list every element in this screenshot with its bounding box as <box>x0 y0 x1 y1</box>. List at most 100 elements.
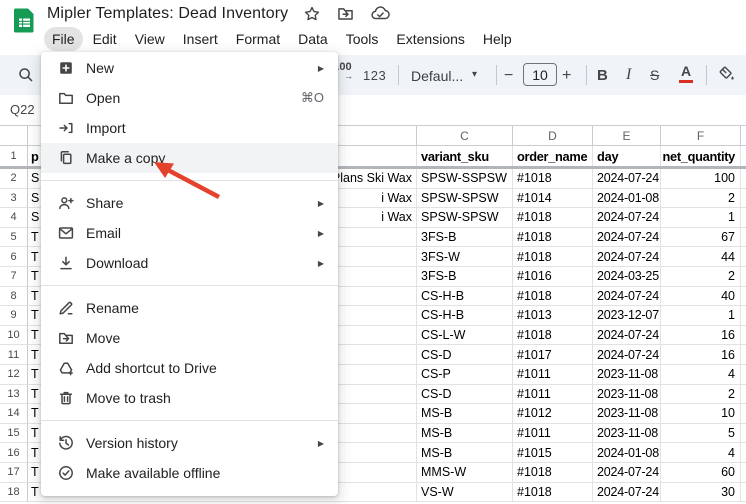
cell-g4[interactable] <box>741 208 746 228</box>
cell-d7[interactable]: #1016 <box>513 267 593 287</box>
row-header-15[interactable]: 15 <box>0 424 28 444</box>
cell-f16[interactable]: 4 <box>661 443 741 463</box>
cell-d1[interactable]: order_name <box>513 146 593 166</box>
cell-e16[interactable]: 2024-01-08 <box>593 443 661 463</box>
cell-g3[interactable] <box>741 189 746 209</box>
menubar-file[interactable]: File <box>44 27 83 51</box>
cell-e10[interactable]: 2024-07-24 <box>593 326 661 346</box>
row-header-3[interactable]: 3 <box>0 189 28 209</box>
cell-e14[interactable]: 2023-11-08 <box>593 404 661 424</box>
cell-c7[interactable]: 3FS-B <box>417 267 513 287</box>
cell-g9[interactable] <box>741 306 746 326</box>
cell-e5[interactable]: 2024-07-24 <box>593 228 661 248</box>
cell-d11[interactable]: #1017 <box>513 345 593 365</box>
cell-c2[interactable]: SPSW-SSPSW <box>417 169 513 189</box>
cell-c4[interactable]: SPSW-SPSW <box>417 208 513 228</box>
menu-item-add-shortcut-to-drive[interactable]: Add shortcut to Drive <box>41 353 338 383</box>
row-header-5[interactable]: 5 <box>0 228 28 248</box>
row-header-9[interactable]: 9 <box>0 306 28 326</box>
cell-d4[interactable]: #1018 <box>513 208 593 228</box>
cell-e3[interactable]: 2024-01-08 <box>593 189 661 209</box>
cell-d2[interactable]: #1018 <box>513 169 593 189</box>
row-header-7[interactable]: 7 <box>0 267 28 287</box>
row-header-2[interactable]: 2 <box>0 169 28 189</box>
cell-e4[interactable]: 2024-07-24 <box>593 208 661 228</box>
cell-g6[interactable] <box>741 247 746 267</box>
cell-f11[interactable]: 16 <box>661 345 741 365</box>
menu-item-move-to-trash[interactable]: Move to trash <box>41 383 338 413</box>
cell-e11[interactable]: 2024-07-24 <box>593 345 661 365</box>
cell-c6[interactable]: 3FS-W <box>417 247 513 267</box>
cell-d15[interactable]: #1011 <box>513 424 593 444</box>
cell-c15[interactable]: MS-B <box>417 424 513 444</box>
cell-f1[interactable]: net_quantity <box>661 146 741 166</box>
row-header-10[interactable]: 10 <box>0 326 28 346</box>
cell-d12[interactable]: #1011 <box>513 365 593 385</box>
number-format-button[interactable]: 123 <box>363 68 386 83</box>
menubar-data[interactable]: Data <box>290 27 336 51</box>
cell-d6[interactable]: #1018 <box>513 247 593 267</box>
font-family-select[interactable]: Defaul... <box>411 68 463 84</box>
italic-button[interactable]: I <box>626 66 631 84</box>
menu-item-open[interactable]: Open⌘O <box>41 83 338 113</box>
cell-g8[interactable] <box>741 287 746 307</box>
select-all-corner[interactable] <box>0 126 28 145</box>
cell-g7[interactable] <box>741 267 746 287</box>
cell-f6[interactable]: 44 <box>661 247 741 267</box>
cell-f15[interactable]: 5 <box>661 424 741 444</box>
cell-e13[interactable]: 2023-11-08 <box>593 385 661 405</box>
cell-c5[interactable]: 3FS-B <box>417 228 513 248</box>
menu-item-email[interactable]: Email▶ <box>41 218 338 248</box>
menu-item-share[interactable]: Share▶ <box>41 188 338 218</box>
cell-g12[interactable] <box>741 365 746 385</box>
cell-c1[interactable]: variant_sku <box>417 146 513 166</box>
row-header-17[interactable]: 17 <box>0 463 28 483</box>
menu-item-make-a-copy[interactable]: Make a copy <box>41 143 338 173</box>
cell-d10[interactable]: #1018 <box>513 326 593 346</box>
fill-color-icon[interactable] <box>716 64 736 84</box>
cell-f8[interactable]: 40 <box>661 287 741 307</box>
cell-f5[interactable]: 67 <box>661 228 741 248</box>
cell-d8[interactable]: #1018 <box>513 287 593 307</box>
document-title[interactable]: Mipler Templates: Dead Inventory <box>47 5 288 23</box>
cell-d5[interactable]: #1018 <box>513 228 593 248</box>
move-to-folder-icon[interactable] <box>336 4 355 23</box>
cell-g2[interactable] <box>741 169 746 189</box>
menubar-insert[interactable]: Insert <box>175 27 226 51</box>
row-header-18[interactable]: 18 <box>0 483 28 503</box>
cell-d13[interactable]: #1011 <box>513 385 593 405</box>
cell-g5[interactable] <box>741 228 746 248</box>
cell-f9[interactable]: 1 <box>661 306 741 326</box>
star-icon[interactable] <box>303 5 321 23</box>
menu-item-import[interactable]: Import <box>41 113 338 143</box>
search-icon[interactable] <box>16 65 36 85</box>
cell-e9[interactable]: 2023-12-07 <box>593 306 661 326</box>
menubar-edit[interactable]: Edit <box>85 27 125 51</box>
cell-d9[interactable]: #1013 <box>513 306 593 326</box>
cell-d14[interactable]: #1012 <box>513 404 593 424</box>
cell-c18[interactable]: VS-W <box>417 483 513 503</box>
cell-e18[interactable]: 2024-07-24 <box>593 483 661 503</box>
cell-c11[interactable]: CS-D <box>417 345 513 365</box>
menubar-extensions[interactable]: Extensions <box>388 27 472 51</box>
cell-d17[interactable]: #1018 <box>513 463 593 483</box>
column-header-f[interactable]: F <box>661 126 741 145</box>
menu-item-version-history[interactable]: Version history▶ <box>41 428 338 458</box>
increase-font-size-button[interactable]: + <box>562 67 571 85</box>
cell-c12[interactable]: CS-P <box>417 365 513 385</box>
column-header-e[interactable]: E <box>593 126 661 145</box>
column-header-g-sliver[interactable] <box>741 126 746 145</box>
cell-g1[interactable] <box>741 146 746 166</box>
cell-g17[interactable] <box>741 463 746 483</box>
strikethrough-button[interactable]: S <box>650 67 659 83</box>
cell-f14[interactable]: 10 <box>661 404 741 424</box>
menu-item-move[interactable]: Move <box>41 323 338 353</box>
cell-g10[interactable] <box>741 326 746 346</box>
name-box[interactable]: Q22 <box>10 95 35 125</box>
decrease-font-size-button[interactable]: − <box>504 67 513 85</box>
cell-e8[interactable]: 2024-07-24 <box>593 287 661 307</box>
cell-c10[interactable]: CS-L-W <box>417 326 513 346</box>
cell-f2[interactable]: 100 <box>661 169 741 189</box>
cell-e7[interactable]: 2024-03-25 <box>593 267 661 287</box>
cell-e6[interactable]: 2024-07-24 <box>593 247 661 267</box>
